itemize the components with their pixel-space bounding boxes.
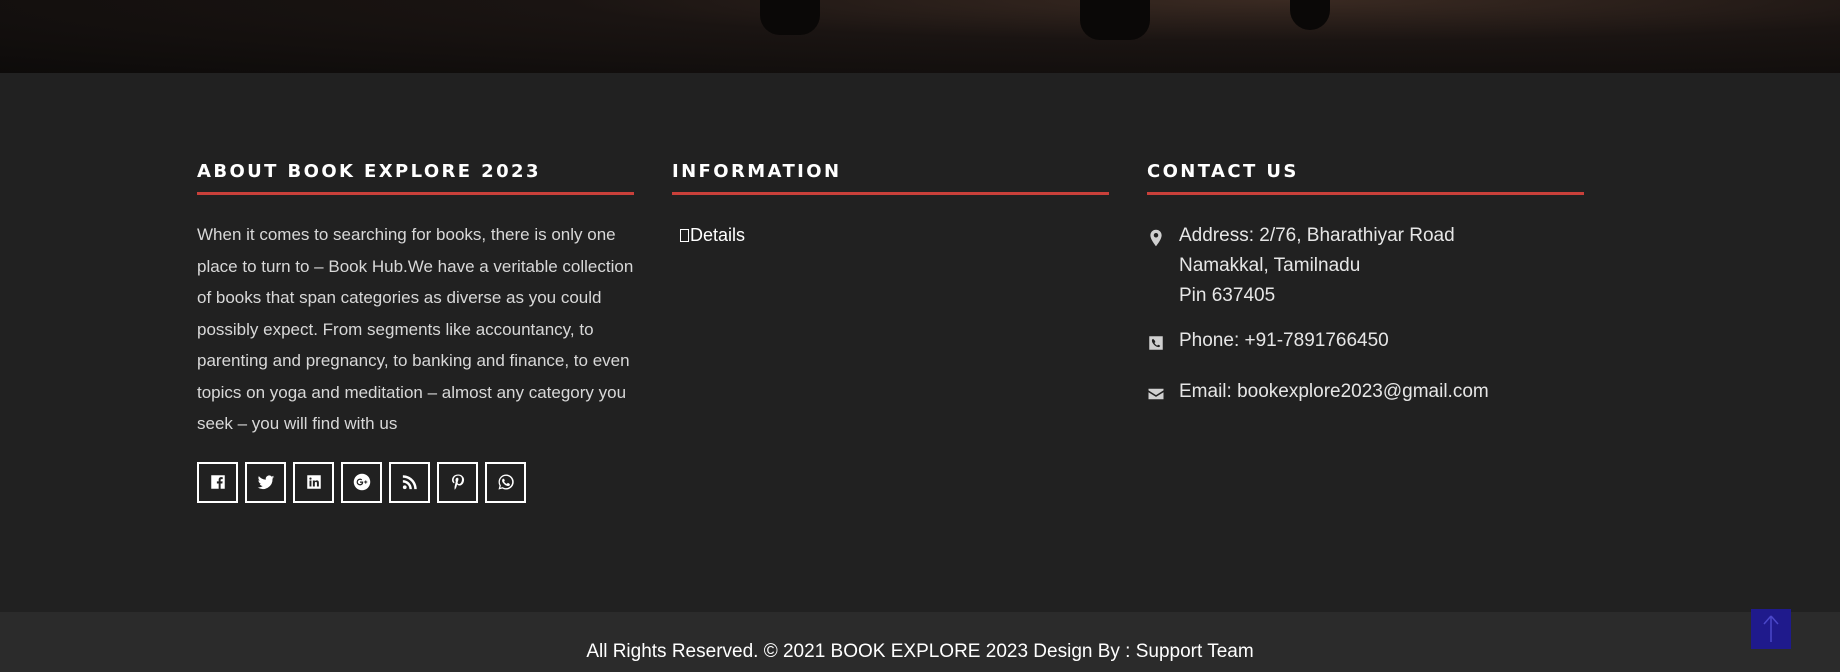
whatsapp-icon <box>498 474 514 490</box>
contact-address: Address: 2/76, Bharathiyar Road Namakkal… <box>1147 221 1584 311</box>
bullet-icon <box>680 229 689 242</box>
address-line-3: Pin 637405 <box>1179 285 1276 306</box>
twitter-icon <box>257 475 274 489</box>
about-column: ABOUT BOOK EXPLORE 2023 When it comes to… <box>197 161 634 503</box>
facebook-link[interactable] <box>197 461 238 503</box>
copyright-text: All Rights Reserved. © 2021 BOOK EXPLORE… <box>586 641 1254 662</box>
google-plus-icon <box>353 473 370 491</box>
linkedin-icon <box>306 475 321 489</box>
facebook-icon <box>210 475 225 489</box>
phone-text: Phone: +91-7891766450 <box>1179 330 1389 351</box>
details-link-label: Details <box>690 225 746 245</box>
contact-email: Email: bookexplore2023@gmail.com <box>1147 377 1584 413</box>
envelope-icon <box>1148 388 1164 400</box>
rss-link[interactable] <box>389 461 430 503</box>
hero-image-strip <box>0 0 1840 73</box>
pinterest-icon <box>451 474 464 490</box>
information-title: INFORMATION <box>672 161 1109 195</box>
pinterest-link[interactable] <box>437 461 478 503</box>
about-text: When it comes to searching for books, th… <box>197 225 634 433</box>
contact-title: CONTACT US <box>1147 161 1584 195</box>
hero-silhouette <box>1290 0 1330 30</box>
whatsapp-link[interactable] <box>485 461 526 503</box>
hero-silhouette <box>1080 0 1150 40</box>
information-column: INFORMATION Details <box>672 161 1109 246</box>
linkedin-link[interactable] <box>293 461 334 503</box>
contact-column: CONTACT US Address: 2/76, Bharathiyar Ro… <box>1147 161 1584 428</box>
address-line-2: Namakkal, Tamilnadu <box>1179 255 1361 276</box>
twitter-link[interactable] <box>245 461 286 503</box>
contact-phone: Phone: +91-7891766450 <box>1147 326 1584 362</box>
hero-silhouette <box>760 0 820 35</box>
phone-square-icon <box>1149 336 1163 350</box>
email-link[interactable]: Email: bookexplore2023@gmail.com <box>1179 381 1489 402</box>
arrow-up-icon <box>1763 615 1779 642</box>
contact-list: Address: 2/76, Bharathiyar Road Namakkal… <box>1147 221 1584 413</box>
bottom-bar: All Rights Reserved. © 2021 BOOK EXPLORE… <box>0 612 1840 672</box>
rss-icon <box>402 475 417 490</box>
scroll-to-top-button[interactable] <box>1751 609 1791 649</box>
footer-main: ABOUT BOOK EXPLORE 2023 When it comes to… <box>0 73 1840 612</box>
about-title: ABOUT BOOK EXPLORE 2023 <box>197 161 634 195</box>
details-link[interactable]: Details <box>680 225 1109 246</box>
social-links <box>197 461 634 503</box>
address-line-1: Address: 2/76, Bharathiyar Road <box>1179 225 1455 246</box>
map-marker-icon <box>1150 229 1162 247</box>
google-plus-link[interactable] <box>341 461 382 503</box>
